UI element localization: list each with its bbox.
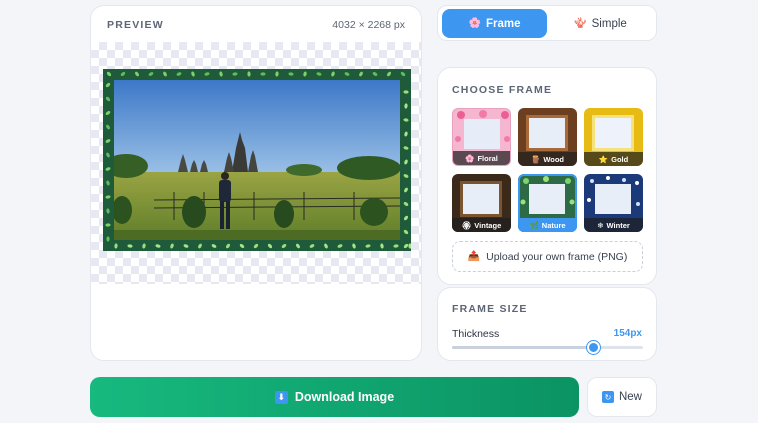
leaf-icon: 🌿 [529, 220, 539, 230]
frame-label-nature: Nature [541, 220, 566, 230]
photo [114, 80, 400, 240]
tab-frame-label: Frame [485, 17, 521, 30]
frame-label-winter: Winter [606, 220, 630, 230]
frame-option-floral[interactable]: 🌸 Floral [452, 108, 511, 166]
upload-frame-button[interactable]: 📤 Upload your own frame (PNG) [452, 241, 643, 272]
frame-label-gold: Gold [611, 154, 629, 164]
frame-option-wood[interactable]: 🪵 Wood [518, 108, 577, 166]
wood-icon: 🪵 [530, 154, 541, 164]
thickness-slider[interactable] [452, 341, 643, 354]
tab-simple[interactable]: 🪸 Simple [548, 9, 653, 38]
framed-image-preview [103, 69, 411, 251]
upload-icon: 📤 [467, 251, 481, 262]
image-dimensions: 4032 × 2268 px [332, 19, 405, 31]
upload-frame-label: Upload your own frame (PNG) [486, 250, 628, 263]
thickness-value: 154px [613, 328, 642, 339]
thickness-slider-thumb[interactable] [587, 341, 601, 354]
frame-size-card: FRAME SIZE Thickness 154px [437, 287, 657, 361]
frame-icon: 🪸 [574, 18, 587, 29]
new-label: New [618, 391, 642, 403]
download-label: Download Image [294, 390, 395, 404]
refresh-icon: ↻ [601, 391, 614, 403]
frame-label-vintage: Vintage [474, 220, 502, 230]
thickness-label: Thickness [452, 328, 500, 340]
download-button[interactable]: ⬇ Download Image [90, 377, 579, 417]
download-icon: ⬇ [274, 390, 288, 404]
transparency-background [91, 42, 421, 284]
preview-card: PREVIEW 4032 × 2268 px [90, 5, 422, 361]
frame-size-title: FRAME SIZE [452, 303, 528, 315]
tab-simple-label: Simple [591, 17, 627, 30]
preview-title: PREVIEW [107, 19, 164, 31]
thickness-slider-fill [452, 346, 594, 349]
star-icon: ⭐ [598, 154, 609, 164]
frame-label-floral: Floral [477, 153, 498, 163]
snowflake-icon: ❄ [597, 220, 604, 230]
frame-option-gold[interactable]: ⭐ Gold [584, 108, 643, 166]
choose-frame-card: CHOOSE FRAME 🌸 Floral 🪵 Wood ⭐ Gold 🏵 Vintag… [437, 67, 657, 285]
flower-icon: 🌸 [465, 153, 475, 163]
mode-tabs: 🌸 Frame 🪸 Simple [437, 5, 657, 41]
frame-label-wood: Wood [543, 154, 565, 164]
choose-frame-title: CHOOSE FRAME [452, 84, 553, 96]
vintage-icon: 🏵 [461, 220, 472, 230]
frame-option-winter[interactable]: ❄ Winter [584, 174, 643, 232]
frame-option-nature[interactable]: 🌿 Nature [518, 174, 577, 232]
flower-icon: 🌸 [468, 18, 481, 29]
tab-frame[interactable]: 🌸 Frame [442, 9, 547, 38]
frame-option-vintage[interactable]: 🏵 Vintage [452, 174, 511, 232]
new-button[interactable]: ↻ New [587, 377, 657, 417]
